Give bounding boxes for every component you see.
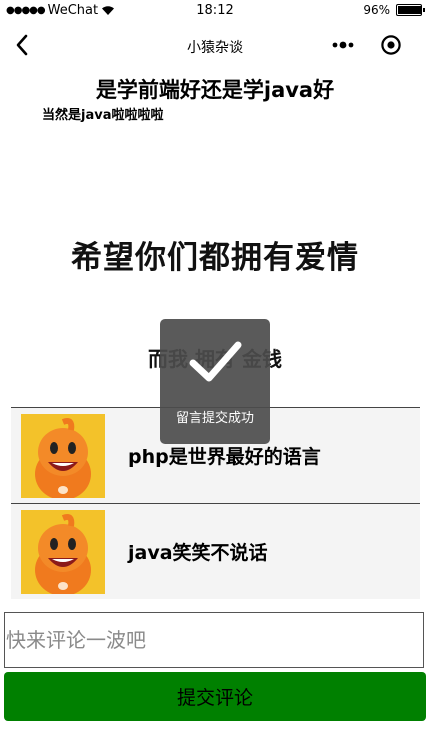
target-close-icon[interactable] [380,34,402,56]
toast-text: 留言提交成功 [175,411,254,426]
orange-mascot-icon [21,414,105,498]
checkmark-icon [189,341,242,382]
list-item: java笑笑不说话 [11,503,420,599]
success-toast: 留言提交成功 [160,319,270,444]
submit-comment-button[interactable]: 提交评论 [4,672,426,721]
article-title: 是学前端好还是学java好 [95,78,335,102]
nav-bar: 小猿杂谈 [0,22,430,68]
battery-percent: 96% [363,3,390,17]
comment-text: php是世界最好的语言 [128,446,321,468]
image-text-line1: 希望你们都拥有爱情 [71,240,359,276]
battery-icon [396,4,425,16]
article-subtitle: 当然是java啦啦啦啦 [42,108,164,123]
status-bar: ●●●●● WeChat 18:12 96% [0,0,430,22]
avatar [21,414,105,498]
more-dots-icon[interactable] [331,34,355,56]
orange-mascot-icon [21,510,105,594]
comment-input[interactable] [4,612,424,668]
battery-group: 96% [363,3,425,17]
comment-text: java笑笑不说话 [128,542,268,564]
page-title: 小猿杂谈 [187,40,243,56]
avatar [21,510,105,594]
battery-fill [398,6,422,14]
